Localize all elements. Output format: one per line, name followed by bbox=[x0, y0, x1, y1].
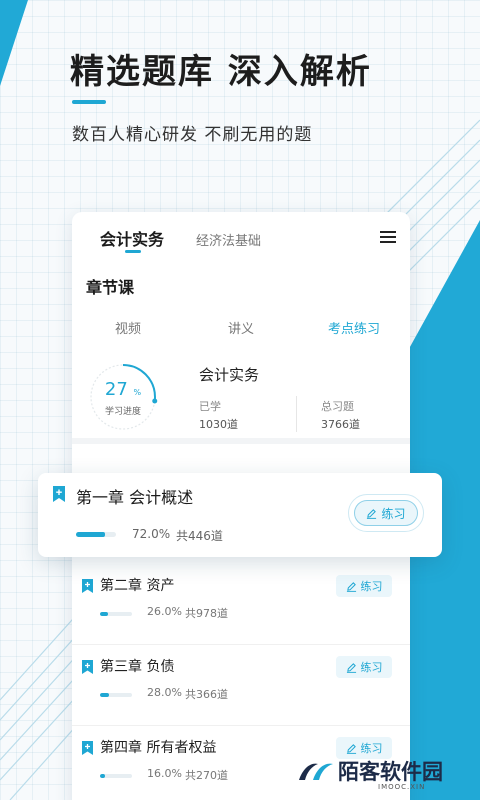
pencil-icon bbox=[346, 581, 356, 592]
pencil-icon bbox=[367, 508, 377, 519]
pencil-icon bbox=[346, 662, 356, 673]
bookmark-icon bbox=[82, 660, 93, 674]
chapter-count: 共978道 bbox=[185, 607, 228, 620]
tab-accounting-practice[interactable]: 会计实务 bbox=[100, 226, 164, 250]
featured-practice-label: 练习 bbox=[381, 506, 406, 521]
chapter-count: 共270道 bbox=[185, 769, 228, 782]
chapter-percent: 26.0% bbox=[147, 605, 182, 618]
bookmark-icon bbox=[82, 579, 93, 593]
subtab-practice[interactable]: 考点练习 bbox=[328, 318, 380, 337]
featured-practice-button[interactable]: 练习 bbox=[348, 494, 424, 532]
chapter-title: 第四章 所有者权益 bbox=[100, 740, 217, 756]
featured-percent: 72.0% bbox=[132, 527, 171, 541]
chapter-title: 第二章 资产 bbox=[100, 578, 175, 594]
featured-count: 共446道 bbox=[176, 529, 223, 543]
learned-label: 已学 bbox=[199, 400, 221, 413]
total-value: 3766道 bbox=[321, 418, 360, 431]
practice-button-label: 练习 bbox=[360, 580, 383, 593]
progress-summary: 27 % 学习进度 会计实务 已学 1030道 总习题 3766道 bbox=[72, 346, 410, 444]
subtab-video[interactable]: 视频 bbox=[115, 318, 141, 337]
summary-divider bbox=[296, 396, 297, 432]
chapter-progress-bar bbox=[100, 612, 132, 616]
watermark-logo-icon bbox=[299, 763, 333, 780]
active-tab-indicator bbox=[125, 250, 141, 253]
chapter-progress-bar bbox=[100, 693, 132, 697]
chapter-progress-bar bbox=[100, 774, 132, 778]
learned-value: 1030道 bbox=[199, 418, 238, 431]
menu-icon[interactable] bbox=[380, 230, 396, 244]
chapter-percent: 28.0% bbox=[147, 686, 182, 699]
course-title: 会计实务 bbox=[199, 366, 260, 384]
chapter-title: 第三章 负债 bbox=[100, 659, 175, 675]
headline: 精选题库 深入解析 bbox=[70, 52, 372, 92]
watermark: 陌客软件园 IMOOC.XIN bbox=[296, 752, 476, 798]
headline-underline bbox=[72, 100, 106, 104]
practice-button[interactable]: 练习 bbox=[336, 575, 392, 597]
practice-button[interactable]: 练习 bbox=[336, 656, 392, 678]
progress-label: 学习进度 bbox=[104, 407, 141, 417]
chapter-row-2[interactable]: 第二章 资产 练习 26.0% 共978道 bbox=[72, 565, 410, 645]
top-tab-bar: 会计实务 经济法基础 bbox=[72, 212, 410, 264]
progress-value: 27 % bbox=[104, 379, 142, 400]
watermark-domain: IMOOC.XIN bbox=[378, 783, 426, 791]
bookmark-icon bbox=[53, 486, 65, 502]
subtab-handout[interactable]: 讲义 bbox=[228, 318, 254, 337]
section-title: 章节课 bbox=[86, 278, 135, 297]
total-label: 总习题 bbox=[321, 400, 354, 413]
featured-chapter-title: 第一章 会计概述 bbox=[76, 488, 194, 507]
featured-practice-button-inner[interactable]: 练习 bbox=[354, 500, 418, 526]
tab-economic-law[interactable]: 经济法基础 bbox=[196, 230, 261, 249]
chapter-percent: 16.0% bbox=[147, 767, 182, 780]
watermark-name: 陌客软件园 bbox=[338, 760, 443, 784]
practice-button-label: 练习 bbox=[360, 661, 383, 674]
featured-progress-bar bbox=[76, 532, 116, 537]
bookmark-icon bbox=[82, 741, 93, 755]
featured-chapter-card[interactable]: 第一章 会计概述 练习 72.0% 共446道 bbox=[38, 473, 442, 557]
chapter-count: 共366道 bbox=[185, 688, 228, 701]
subheadline: 数百人精心研发 不刷无用的题 bbox=[72, 125, 313, 145]
chapter-row-3[interactable]: 第三章 负债 练习 28.0% 共366道 bbox=[72, 646, 410, 726]
